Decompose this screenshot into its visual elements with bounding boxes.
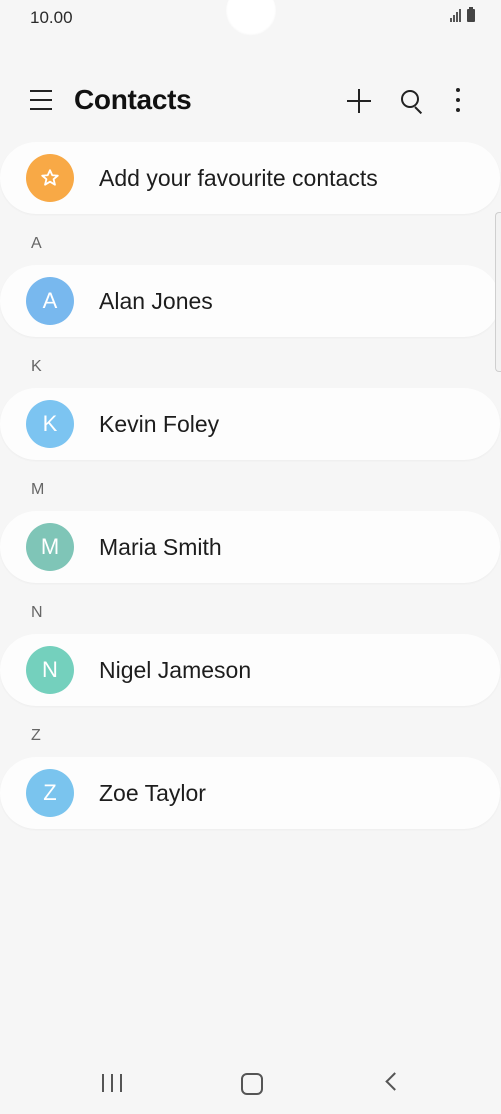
- contact-avatar: Z: [26, 769, 74, 817]
- contact-item-alan-jones[interactable]: A Alan Jones: [0, 265, 500, 337]
- contact-avatar: K: [26, 400, 74, 448]
- section-header-a: A: [31, 235, 42, 252]
- contact-name: Nigel Jameson: [99, 657, 252, 683]
- favourites-avatar: [26, 154, 74, 202]
- menu-icon[interactable]: [30, 90, 52, 110]
- more-options-icon[interactable]: [450, 88, 466, 112]
- status-icons: [450, 7, 475, 22]
- fast-scroll-handle[interactable]: [495, 212, 501, 372]
- contact-name: Alan Jones: [99, 288, 213, 314]
- back-icon[interactable]: [385, 1072, 404, 1091]
- section-header-n: N: [31, 604, 43, 621]
- app-bar: Contacts: [0, 72, 501, 130]
- section-header-z: Z: [31, 727, 41, 744]
- recent-apps-icon[interactable]: [102, 1074, 122, 1094]
- page-title: Contacts: [74, 84, 192, 115]
- contact-name: Kevin Foley: [99, 411, 220, 437]
- status-time: 10.00: [30, 8, 73, 27]
- section-header-m: M: [31, 481, 45, 498]
- battery-icon: [467, 7, 475, 22]
- navigation-bar: [0, 1054, 501, 1114]
- contact-avatar: M: [26, 523, 74, 571]
- contact-item-nigel-jameson[interactable]: N Nigel Jameson: [0, 634, 500, 706]
- section-header-k: K: [31, 358, 42, 375]
- contact-avatar: N: [26, 646, 74, 694]
- contact-avatar: A: [26, 277, 74, 325]
- add-icon[interactable]: [347, 89, 371, 113]
- status-bar: 10.00: [0, 0, 501, 36]
- star-icon: [41, 169, 59, 186]
- contact-item-maria-smith[interactable]: M Maria Smith: [0, 511, 500, 583]
- contact-name: Zoe Taylor: [99, 780, 206, 806]
- contact-item-zoe-taylor[interactable]: Z Zoe Taylor: [0, 757, 500, 829]
- home-icon[interactable]: [241, 1073, 263, 1095]
- camera-notch: [226, 0, 276, 36]
- contact-name: Maria Smith: [99, 534, 222, 560]
- add-favourites-button[interactable]: Add your favourite contacts: [0, 142, 500, 214]
- contact-item-kevin-foley[interactable]: K Kevin Foley: [0, 388, 500, 460]
- favourites-label: Add your favourite contacts: [99, 165, 378, 191]
- signal-icon: [450, 9, 461, 22]
- search-icon[interactable]: [400, 89, 424, 115]
